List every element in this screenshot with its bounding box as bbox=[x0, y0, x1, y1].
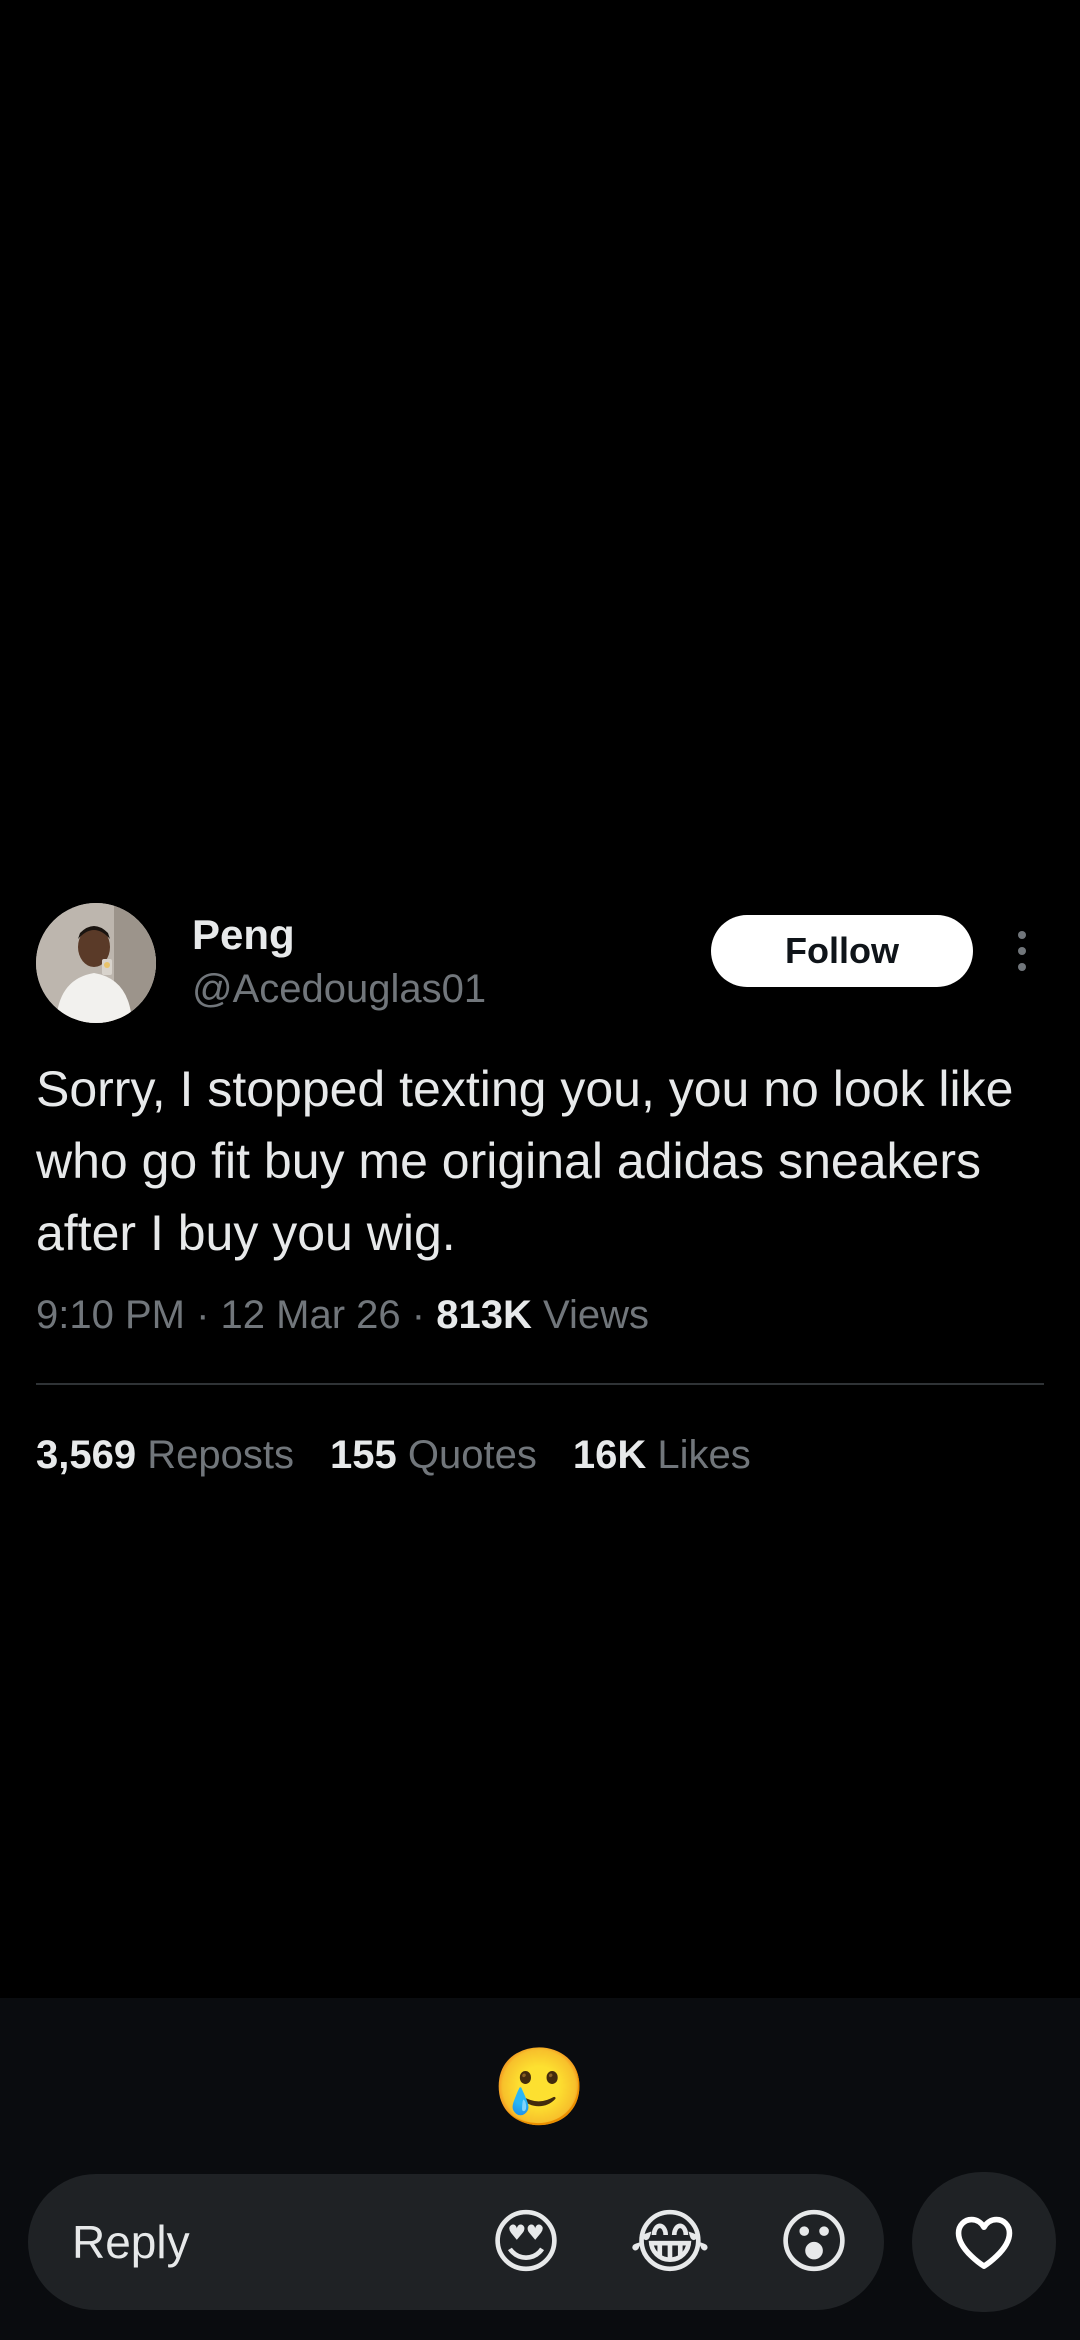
views-count[interactable]: 813K bbox=[436, 1293, 532, 1337]
reaction-heart-eyes[interactable]: 😍 bbox=[480, 2196, 572, 2288]
divider bbox=[36, 1383, 1044, 1385]
avatar[interactable] bbox=[36, 903, 156, 1023]
tweet-text: Sorry, I stopped texting you, you no loo… bbox=[36, 1061, 1014, 1261]
user-handle[interactable]: @Acedouglas01 bbox=[192, 963, 486, 1015]
reply-bar[interactable]: Reply 😍 😂 😮 bbox=[28, 2174, 884, 2310]
views-label: Views bbox=[542, 1293, 649, 1337]
reaction-panel: 🥲 Reply 😍 😂 😮 bbox=[0, 1998, 1080, 2340]
stat-label: Reposts bbox=[147, 1433, 294, 1477]
author-info: Peng @Acedouglas01 bbox=[192, 907, 486, 1015]
tweet-time: 9:10 PM bbox=[36, 1293, 185, 1337]
like-button[interactable] bbox=[912, 2172, 1056, 2312]
stat-likes[interactable]: 16K Likes bbox=[573, 1427, 751, 1483]
reply-input[interactable]: Reply bbox=[72, 2174, 190, 2310]
stat-label: Quotes bbox=[407, 1433, 537, 1477]
display-name[interactable]: Peng bbox=[192, 907, 486, 963]
stat-count: 155 bbox=[329, 1433, 397, 1477]
selected-reaction-emoji[interactable]: 🥲 bbox=[492, 2042, 587, 2134]
reaction-tears-of-joy[interactable]: 😂 bbox=[624, 2196, 716, 2288]
engagement-stats: 3,569 Reposts 155 Quotes 16K Likes bbox=[36, 1427, 1044, 1483]
stat-count: 3,569 bbox=[36, 1433, 137, 1477]
stat-quotes[interactable]: 155 Quotes bbox=[330, 1427, 537, 1483]
stat-label: Likes bbox=[657, 1433, 751, 1477]
more-vertical-icon[interactable] bbox=[1012, 929, 1032, 973]
heart-icon bbox=[955, 2216, 1013, 2269]
follow-button[interactable]: Follow bbox=[711, 915, 973, 987]
stat-count: 16K bbox=[572, 1433, 647, 1477]
reaction-surprised[interactable]: 😮 bbox=[768, 2196, 860, 2288]
tweet-meta: 9:10 PM · 12 Mar 26 · 813K Views bbox=[36, 1287, 1044, 1343]
stat-reposts[interactable]: 3,569 Reposts bbox=[36, 1427, 294, 1483]
tweet-card: Peng @Acedouglas01 Follow Sorry, I stopp… bbox=[36, 903, 1044, 1483]
meta-separator: · bbox=[196, 1293, 210, 1337]
tweet-header: Peng @Acedouglas01 Follow bbox=[36, 903, 1044, 1025]
meta-separator: · bbox=[411, 1293, 426, 1337]
tweet-date: 12 Mar 26 bbox=[220, 1293, 401, 1337]
avatar-image bbox=[36, 903, 156, 1023]
